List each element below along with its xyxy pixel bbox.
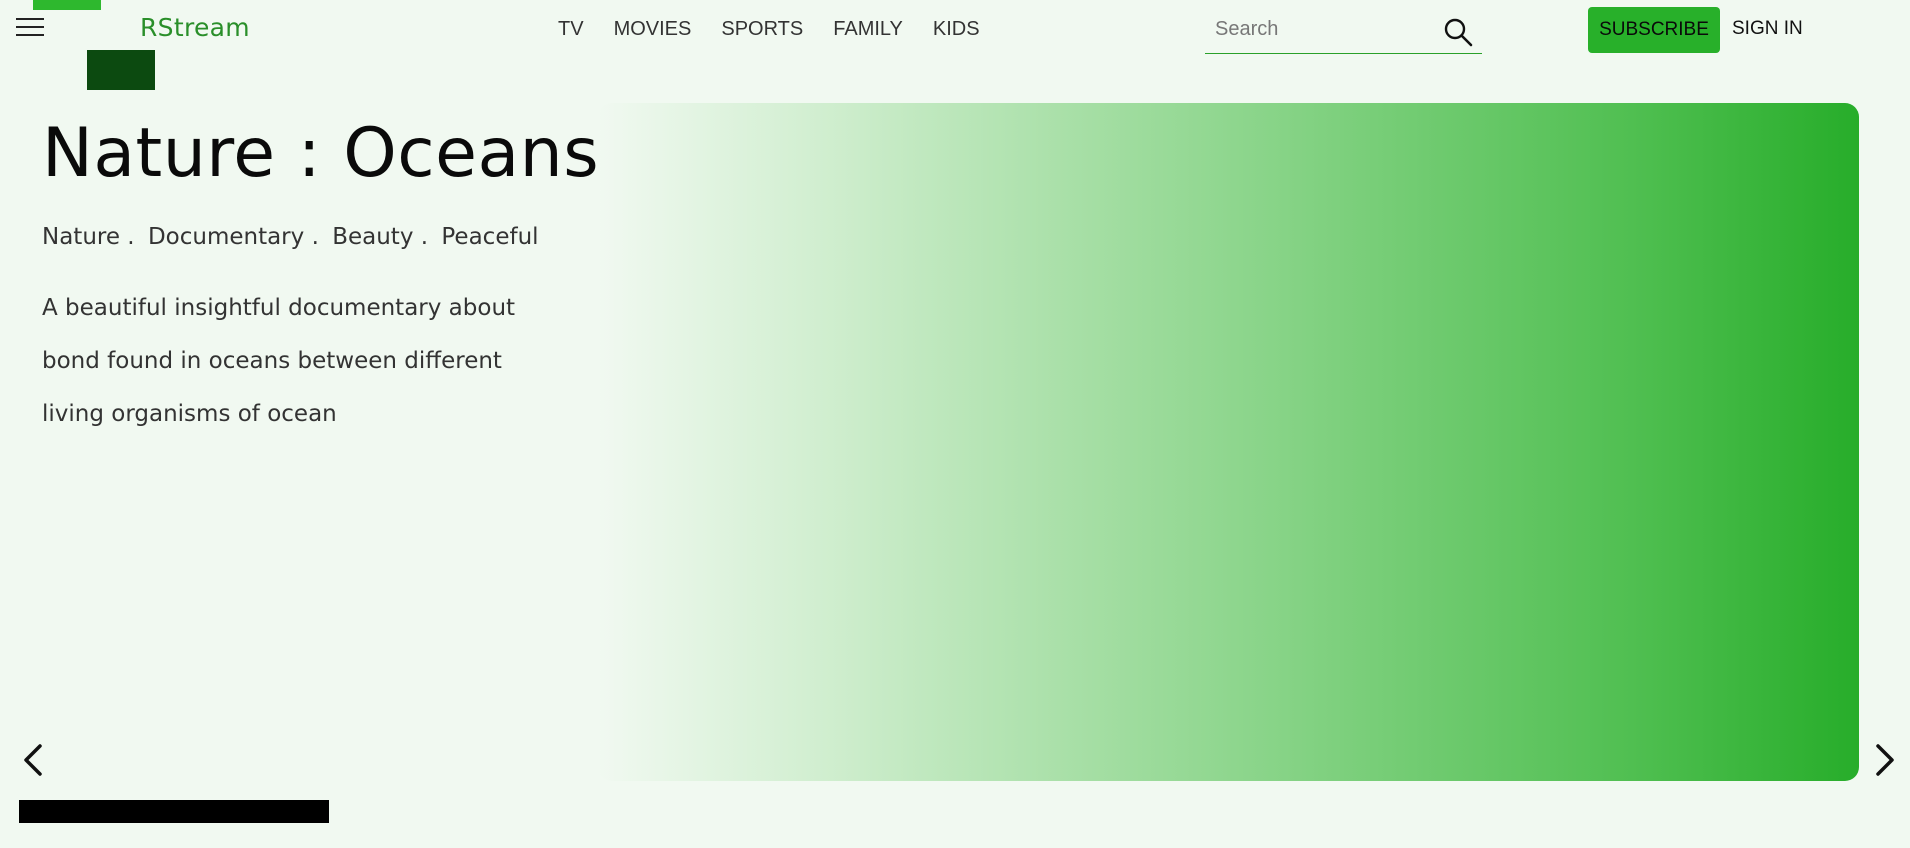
- nav-item-family[interactable]: FAMILY: [833, 18, 903, 41]
- chevron-left-icon[interactable]: [18, 740, 48, 780]
- tag-peaceful: Peaceful: [441, 224, 539, 250]
- hero-banner-image[interactable]: [598, 103, 1859, 781]
- logo-mark-block: [87, 50, 155, 90]
- brand-name[interactable]: RStream: [140, 13, 250, 42]
- search-box: [1205, 8, 1482, 54]
- chevron-right-icon[interactable]: [1870, 740, 1900, 780]
- nav-item-kids[interactable]: KIDS: [933, 18, 980, 41]
- description-line: bond found in oceans between different: [42, 348, 502, 374]
- hero-description: A beautiful insightful documentary about…: [42, 282, 542, 441]
- tag-beauty: Beauty .: [332, 224, 429, 250]
- description-line: living organisms of ocean: [42, 401, 337, 427]
- tag-nature: Nature .: [42, 224, 135, 250]
- description-line: A beautiful insightful documentary about: [42, 295, 516, 321]
- top-navigation-bar: RStream TV MOVIES SPORTS FAMILY KIDS SUB…: [0, 0, 1910, 60]
- search-icon[interactable]: [1442, 16, 1474, 48]
- main-nav: TV MOVIES SPORTS FAMILY KIDS: [558, 18, 1010, 41]
- carousel-progress-bar: [19, 800, 329, 823]
- subscribe-button[interactable]: SUBSCRIBE: [1588, 7, 1720, 53]
- hero-tags: Nature . Documentary . Beauty . Peaceful: [42, 224, 545, 250]
- nav-item-tv[interactable]: TV: [558, 18, 584, 41]
- nav-item-movies[interactable]: MOVIES: [614, 18, 692, 41]
- search-input[interactable]: [1215, 16, 1435, 42]
- nav-item-sports[interactable]: SPORTS: [721, 18, 803, 41]
- hero-title: Nature : Oceans: [42, 114, 600, 193]
- sign-in-button[interactable]: SIGN IN: [1732, 18, 1803, 40]
- logo-mark-top: [33, 0, 101, 10]
- tag-documentary: Documentary .: [147, 224, 319, 250]
- hamburger-menu-icon[interactable]: [16, 18, 44, 40]
